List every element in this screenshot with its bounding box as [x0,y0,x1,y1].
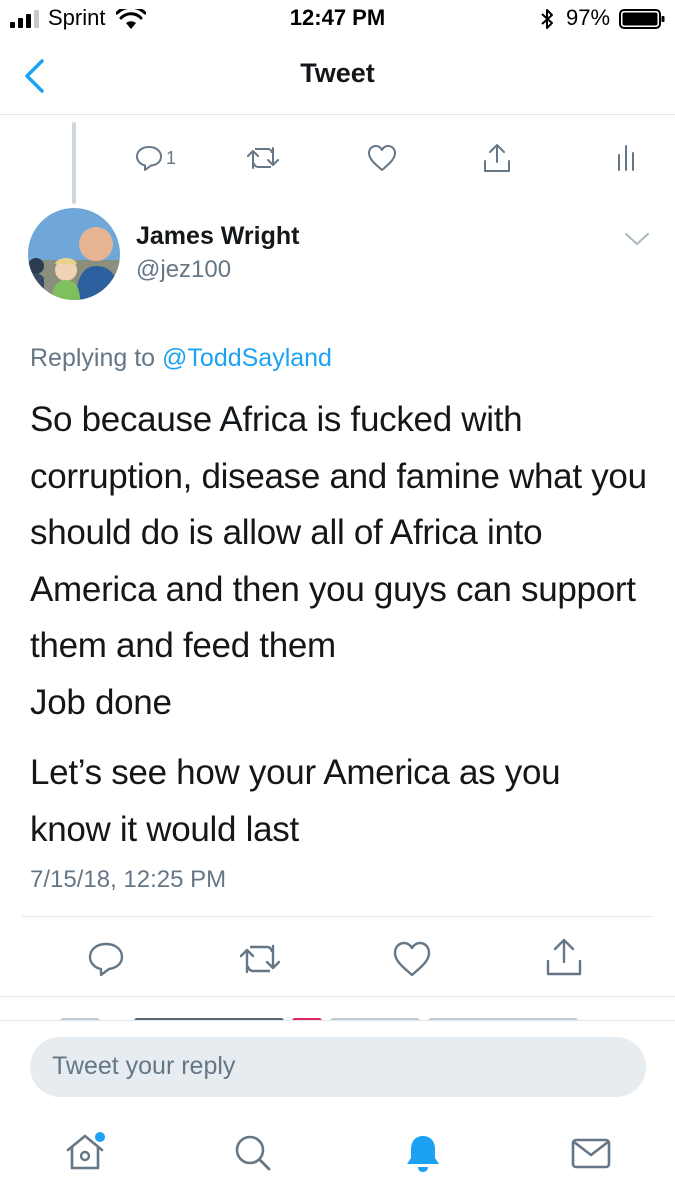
reply-icon [136,146,162,171]
tab-search[interactable] [228,1128,278,1178]
parent-like-button[interactable] [366,138,398,178]
avatar[interactable] [28,208,120,300]
thread-connector-line [72,122,76,204]
profile-photo [28,208,120,300]
page-title: Tweet [300,58,375,88]
parent-retweet-button[interactable] [246,138,280,178]
divider [22,916,653,917]
navigation-bar: Tweet [0,40,675,115]
mention-link[interactable]: @ToddSayland [162,344,332,372]
battery-icon [619,9,665,29]
retweet-button[interactable] [238,939,282,979]
retweet-icon [247,147,279,169]
tab-messages[interactable] [566,1128,616,1178]
divider [0,996,675,997]
reply-input-placeholder: Tweet your reply [52,1052,236,1080]
like-icon [368,145,396,171]
messages-icon [571,1138,611,1169]
status-bar: Sprint 12:47 PM 97% [0,0,675,38]
share-icon [546,938,582,976]
reply-button[interactable] [86,939,126,979]
analytics-icon [618,145,634,171]
chevron-down-icon[interactable] [624,230,650,248]
replying-to-label: Replying to [30,344,156,372]
tweet-text-paragraph: So because Africa is fucked with corrupt… [30,400,647,722]
tweet-actions [0,934,675,984]
author-name[interactable]: James Wright [136,222,299,251]
parent-tweet-actions: 1 [120,138,660,178]
bluetooth-icon [541,9,553,29]
home-icon [66,1132,105,1170]
retweet-icon [239,944,281,974]
parent-share-button[interactable] [482,138,512,178]
like-icon [393,941,431,977]
parent-analytics-button[interactable] [616,138,640,178]
share-icon [484,144,510,172]
tweet-timestamp: 7/15/18, 12:25 PM [30,866,227,893]
tab-notifications[interactable] [398,1128,448,1178]
replying-to-context: Replying to @ToddSayland [30,344,332,373]
search-icon [235,1135,271,1171]
tweet-text-paragraph: Let’s see how your America as you know i… [30,753,561,849]
share-button[interactable] [544,937,584,977]
tweet-body: So because Africa is fucked with corrupt… [30,392,650,872]
battery-percentage: 97% [566,5,611,30]
notifications-icon [407,1136,439,1172]
reply-icon [88,942,124,977]
tab-home[interactable] [60,1128,110,1178]
parent-reply-button[interactable]: 1 [134,138,176,178]
like-button[interactable] [391,939,433,979]
reply-count: 1 [166,147,177,168]
notification-dot-icon [95,1132,105,1142]
author-handle: @jez100 [136,256,232,283]
